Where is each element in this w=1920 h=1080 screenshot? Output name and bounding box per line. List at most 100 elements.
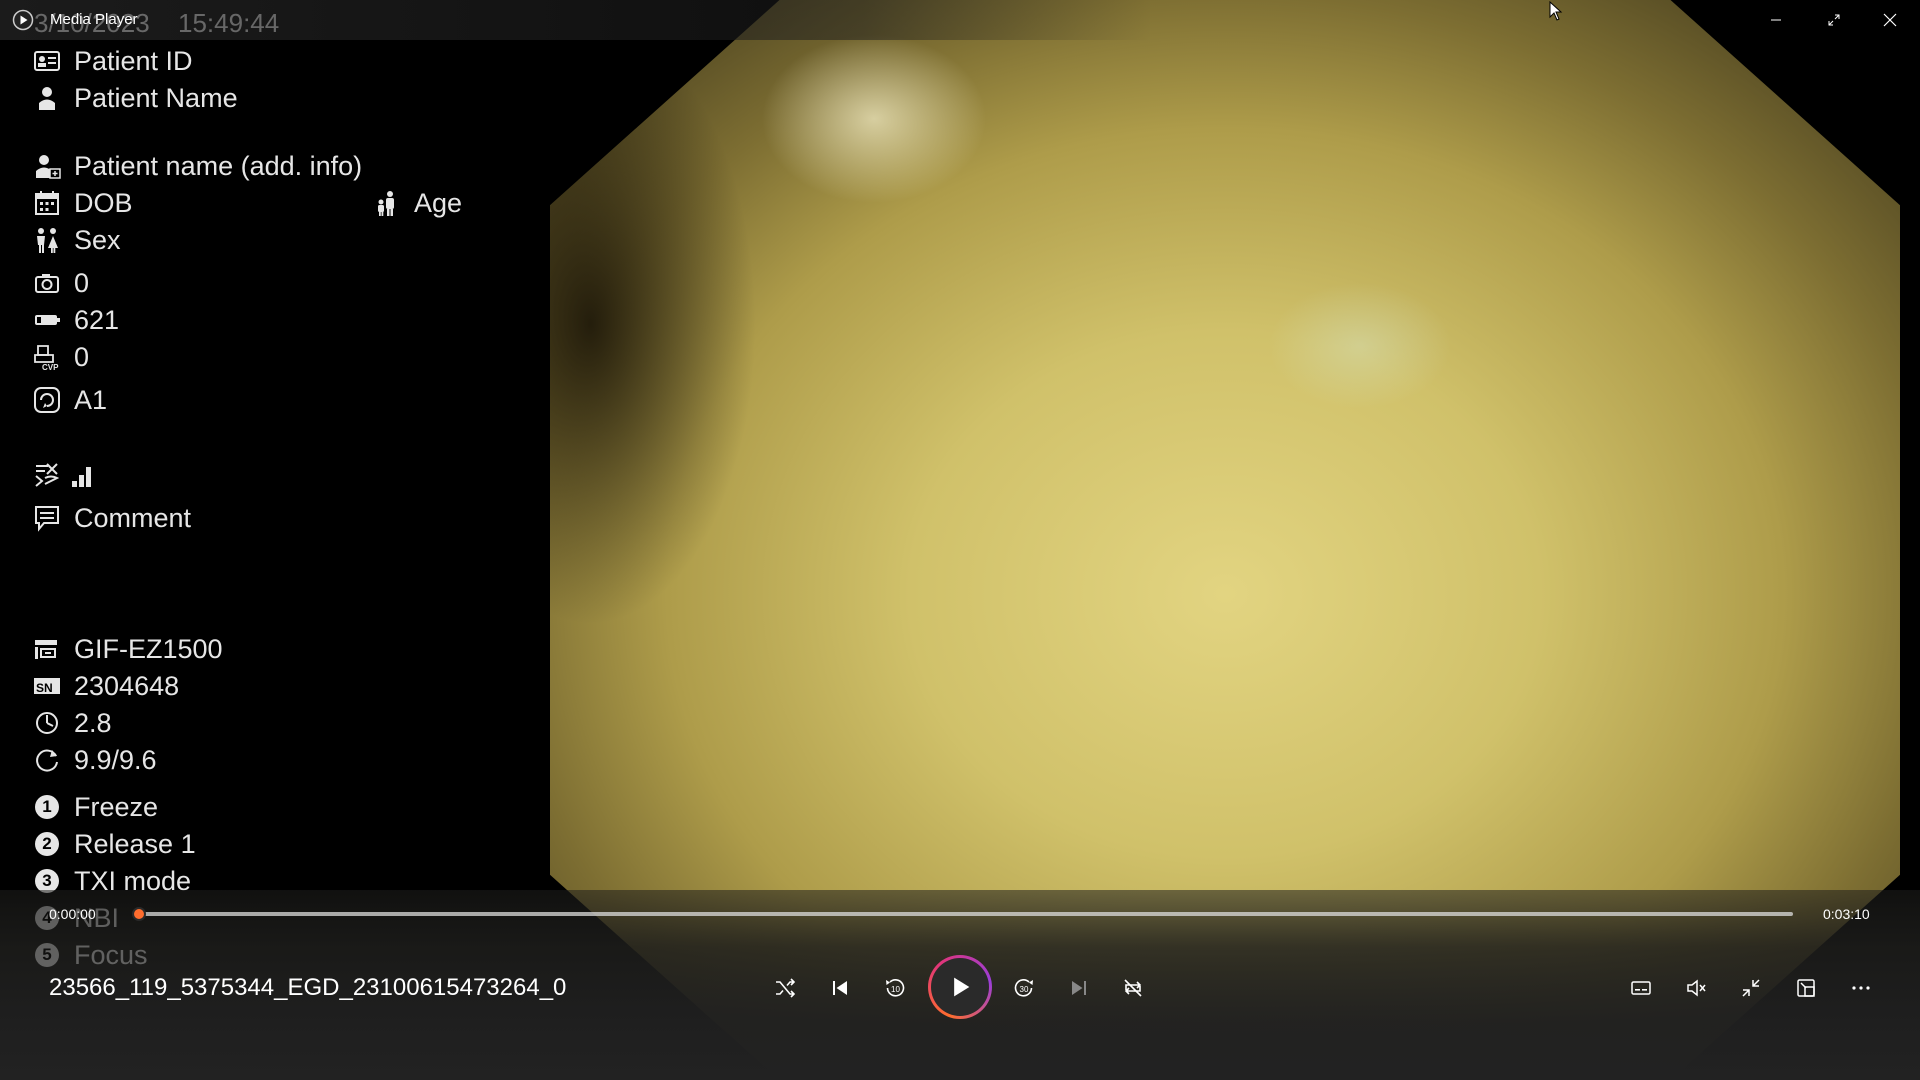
sex-label: Sex <box>74 224 121 255</box>
shuffle-icon <box>776 978 796 998</box>
miniplayer-icon <box>1797 979 1815 997</box>
id-card-icon <box>32 46 62 76</box>
serial-number-value: 2304648 <box>74 670 180 701</box>
osd-scope-model: GIF-EZ1500 <box>32 633 223 665</box>
skip-next-icon <box>1072 981 1086 995</box>
skip-previous-icon <box>833 981 847 995</box>
osd-button-5: 5 Focus <box>32 939 148 971</box>
osd-mode: A1 <box>32 384 107 416</box>
value-a: 2.8 <box>74 707 112 738</box>
restore-icon <box>1828 14 1840 26</box>
captions-button[interactable] <box>1619 966 1663 1010</box>
button-5-label: Focus <box>74 939 148 970</box>
osd-button-2: 2 Release 1 <box>32 828 196 860</box>
next-button[interactable] <box>1057 966 1101 1010</box>
rotation-b-icon <box>32 745 62 775</box>
close-icon <box>1883 13 1897 27</box>
rewind-10-icon: 10 <box>886 979 905 997</box>
svg-text:30: 30 <box>1020 985 1029 994</box>
osd-serial-number: SN 2304648 <box>32 670 179 702</box>
camera-icon <box>32 268 62 298</box>
title-bar <box>0 0 1920 40</box>
exit-fullscreen-button[interactable] <box>1729 966 1773 1010</box>
minimize-button[interactable] <box>1748 0 1804 40</box>
person-icon <box>32 83 62 113</box>
button-1-label: Freeze <box>74 791 159 822</box>
serial-number-icon: SN <box>32 671 62 701</box>
battery-value: 621 <box>74 304 120 335</box>
osd-cvp: CVP 0 <box>32 341 89 373</box>
comment-label: Comment <box>74 502 192 533</box>
rotation-a-icon <box>32 708 62 738</box>
value-b: 9.9/9.6 <box>74 744 157 775</box>
shuffle-button[interactable] <box>763 966 807 1010</box>
repeat-off-icon <box>1124 979 1142 997</box>
svg-text:CVP: CVP <box>42 363 59 371</box>
total-time: 0:03:10 <box>1823 906 1870 922</box>
number-5-icon: 5 <box>35 943 59 967</box>
window-title: Media Player <box>50 11 138 28</box>
osd-button-1: 1 Freeze <box>32 791 158 823</box>
previous-button[interactable] <box>818 966 862 1010</box>
exit-fullscreen-icon <box>1742 979 1760 997</box>
osd-camera-count: 0 <box>32 267 89 299</box>
button-2-label: Release 1 <box>74 828 196 859</box>
cvp-printer-icon: CVP <box>32 342 62 372</box>
osd-signal <box>32 459 110 491</box>
osd-patient-name: Patient Name <box>32 82 238 114</box>
forward-30-icon: 30 <box>1014 979 1033 997</box>
seek-thumb[interactable] <box>132 907 146 921</box>
captions-icon <box>1631 981 1651 995</box>
scope-model-value: GIF-EZ1500 <box>74 633 223 664</box>
mouse-cursor-icon <box>1549 0 1563 21</box>
osd-sex: Sex <box>32 224 121 256</box>
age-label: Age <box>414 187 463 218</box>
osd-value-a: 2.8 <box>32 707 112 739</box>
current-time: 0:00:00 <box>49 906 96 922</box>
volume-mute-icon <box>1687 979 1706 997</box>
svg-text:10: 10 <box>891 985 900 994</box>
mode-value: A1 <box>74 384 108 415</box>
restore-button[interactable] <box>1806 0 1862 40</box>
calendar-icon <box>32 188 62 218</box>
scope-model-icon <box>32 634 62 664</box>
media-player-logo-icon <box>12 9 34 31</box>
patient-id-label: Patient ID <box>74 45 193 76</box>
mute-button[interactable] <box>1674 966 1718 1010</box>
play-button[interactable] <box>928 955 992 1019</box>
osd-age: Age <box>372 187 462 219</box>
osd-time: 15:49:44 <box>178 8 280 38</box>
seek-bar[interactable] <box>138 912 1793 916</box>
camera-count-value: 0 <box>74 267 90 298</box>
close-button[interactable] <box>1862 0 1918 40</box>
svg-text:SN: SN <box>36 681 53 695</box>
more-options-icon <box>1852 986 1870 990</box>
scope-mode-icon <box>32 385 62 415</box>
person-add-icon <box>32 151 62 181</box>
file-name: 23566_119_5375344_EGD_23100615473264_0 <box>49 974 567 1001</box>
gender-icon <box>32 225 62 255</box>
rewind-10-button[interactable]: 10 <box>873 966 917 1010</box>
play-icon <box>954 977 970 997</box>
number-2-icon: 2 <box>35 832 59 856</box>
air-water-icon <box>32 460 62 490</box>
repeat-button[interactable] <box>1111 966 1155 1010</box>
dob-label: DOB <box>74 187 133 218</box>
forward-30-button[interactable]: 30 <box>1002 966 1046 1010</box>
osd-dob: DOB <box>32 187 133 219</box>
number-1-icon: 1 <box>35 795 59 819</box>
minimize-icon <box>1771 19 1781 21</box>
signal-bars-icon <box>68 460 98 490</box>
osd-battery: 621 <box>32 304 119 336</box>
osd-patient-id: Patient ID <box>32 45 193 77</box>
osd-patient-name-add: Patient name (add. info) <box>32 150 362 182</box>
miniplayer-button[interactable] <box>1784 966 1828 1010</box>
battery-icon <box>32 305 62 335</box>
cvp-value: 0 <box>74 341 90 372</box>
more-options-button[interactable] <box>1839 966 1883 1010</box>
patient-name-label: Patient Name <box>74 82 238 113</box>
osd-comment: Comment <box>32 502 191 534</box>
parent-child-icon <box>372 188 402 218</box>
patient-name-add-label: Patient name (add. info) <box>74 150 363 181</box>
osd-value-b: 9.9/9.6 <box>32 744 157 776</box>
